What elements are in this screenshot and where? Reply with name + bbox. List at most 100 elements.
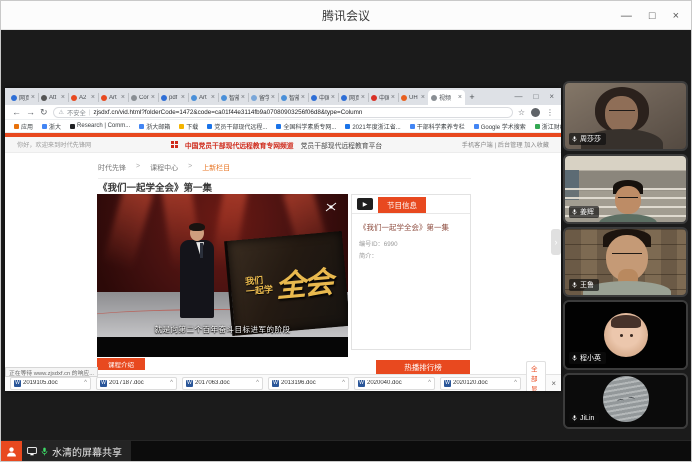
download-item[interactable]: W2017063.doc^	[182, 377, 263, 390]
bookmark-item[interactable]: 全国科学素质专网...	[276, 122, 336, 131]
hot-ranking-button[interactable]: 热播排行榜	[376, 360, 470, 374]
tab-close-icon[interactable]: ×	[211, 94, 215, 101]
participant-video[interactable]: 姜辉	[563, 154, 688, 224]
meeting-window: 腾讯会议 — □ × 网页× Att× A2× Art× Cor× pdf× A…	[0, 0, 692, 462]
browser-tab[interactable]: 智能×	[278, 90, 308, 105]
bookmark-item[interactable]: 干部科学素养专栏	[410, 122, 465, 131]
participant-name: 周莎莎	[580, 134, 601, 144]
browser-tab[interactable]: Cor×	[128, 90, 158, 105]
tab-title: UH	[409, 95, 419, 101]
tab-favicon	[101, 95, 107, 101]
download-menu-icon[interactable]: ^	[170, 380, 173, 386]
security-warning-icon: ⚠	[59, 109, 64, 116]
browser-tab-active[interactable]: 视频×	[428, 90, 465, 105]
tab-close-icon[interactable]: ×	[301, 94, 305, 101]
bookmark-item[interactable]: Research | Comm...	[70, 123, 130, 129]
new-tab-button[interactable]: +	[465, 90, 479, 105]
download-menu-icon[interactable]: ^	[342, 380, 345, 386]
bookmark-item[interactable]: 浙江财经大学教务...	[535, 122, 561, 131]
forward-icon[interactable]: →	[26, 108, 35, 117]
close-icon[interactable]: ×	[673, 10, 679, 22]
tab-close-icon[interactable]: ×	[421, 94, 425, 101]
download-item[interactable]: W2017187.doc^	[96, 377, 177, 390]
tab-close-icon[interactable]: ×	[181, 94, 185, 101]
browser-menu-icon[interactable]: ⋮	[546, 108, 554, 117]
breadcrumb-item[interactable]: 课程中心	[150, 163, 178, 173]
show-all-downloads-button[interactable]: 全部显示	[526, 361, 546, 391]
browser-tab[interactable]: 留学×	[248, 90, 278, 105]
grid-icon	[171, 141, 178, 148]
tab-close-icon[interactable]: ×	[458, 94, 462, 101]
maximize-icon[interactable]: □	[649, 10, 656, 22]
bookmark-item[interactable]: 党员干部现代远程...	[207, 122, 267, 131]
carousel-next-button[interactable]: ›	[551, 229, 561, 255]
download-item[interactable]: W2013196.doc^	[268, 377, 349, 390]
browser-tab[interactable]: 智能×	[218, 90, 248, 105]
browser-tab[interactable]: Att×	[38, 90, 68, 105]
bookmark-icon	[42, 124, 47, 129]
tab-close-icon[interactable]: ×	[151, 94, 155, 101]
tab-course-intro[interactable]: 课程介绍	[97, 358, 145, 370]
tab-program-info[interactable]: 节目信息	[378, 197, 426, 213]
reload-icon[interactable]: ↻	[40, 108, 48, 117]
tab-close-icon[interactable]: ×	[391, 94, 395, 101]
bookmark-item[interactable]: 应用	[14, 122, 33, 131]
tab-close-icon[interactable]: ×	[331, 94, 335, 101]
participant-video[interactable]: 王鲁	[563, 227, 688, 297]
back-icon[interactable]: ←	[12, 108, 21, 117]
participant-nametag: 王鲁	[569, 279, 599, 291]
tab-close-icon[interactable]: ×	[241, 94, 245, 101]
browser-tab[interactable]: 网页×	[8, 90, 38, 105]
browser-tab[interactable]: 中国×	[308, 90, 338, 105]
minimize-icon[interactable]: —	[621, 10, 632, 22]
browser-maximize-icon[interactable]: □	[533, 92, 538, 101]
play-icon[interactable]: ▶	[357, 198, 373, 210]
browser-minimize-icon[interactable]: —	[514, 92, 522, 101]
addressbar-actions: ☆ ⋮	[518, 108, 554, 117]
stage-light	[103, 194, 154, 271]
tab-favicon	[41, 95, 47, 101]
profile-avatar-icon[interactable]	[531, 108, 540, 117]
site-topbar: 你好，欢迎来到时代先锋网 中国党员干部现代远程教育专网频道 党员干部现代远程教育…	[5, 137, 561, 153]
download-item[interactable]: W2019105.doc^	[10, 377, 91, 390]
bookmark-icon	[14, 124, 19, 129]
browser-close-icon[interactable]: ×	[549, 92, 554, 101]
video-player[interactable]: 我们 一起学 全会 就是向第二个百年奋斗目标进军的阶段	[97, 194, 348, 357]
downloads-close-icon[interactable]: ×	[551, 379, 556, 388]
download-menu-icon[interactable]: ^	[514, 380, 517, 386]
download-item[interactable]: W2020120.doc^	[440, 377, 521, 390]
tab-close-icon[interactable]: ×	[31, 94, 35, 101]
bookmark-item[interactable]: 浙大邮箱	[139, 122, 170, 131]
bookmark-item[interactable]: Google 学术搜索	[474, 122, 526, 131]
tab-close-icon[interactable]: ×	[91, 94, 95, 101]
bookmark-item[interactable]: 2021年度浙江省...	[345, 122, 400, 131]
browser-tab[interactable]: A2×	[68, 90, 98, 105]
meeting-titlebar: 腾讯会议 — □ ×	[1, 1, 691, 30]
participant-video[interactable]: JiLin	[563, 373, 688, 429]
bookmark-icon	[535, 124, 540, 129]
download-menu-icon[interactable]: ^	[84, 380, 87, 386]
browser-tab[interactable]: Art×	[188, 90, 218, 105]
download-item[interactable]: W2020040.doc^	[354, 377, 435, 390]
tab-close-icon[interactable]: ×	[271, 94, 275, 101]
breadcrumb-item[interactable]: 时代先锋	[98, 163, 126, 173]
url-omnibox[interactable]: ⚠ 不安全 | zjsdxf.cn/vid.html?folderCode=14…	[53, 107, 513, 118]
avatar-hair	[611, 315, 641, 328]
bookmark-item[interactable]: 浙大	[42, 122, 61, 131]
bookmark-item[interactable]: 下载	[179, 122, 198, 131]
tab-close-icon[interactable]: ×	[361, 94, 365, 101]
tab-close-icon[interactable]: ×	[61, 94, 65, 101]
browser-tab[interactable]: pdf×	[158, 90, 188, 105]
tab-close-icon[interactable]: ×	[121, 94, 125, 101]
participant-name: 王鲁	[580, 280, 594, 290]
browser-tab[interactable]: Art×	[98, 90, 128, 105]
participant-video[interactable]: 周莎莎	[563, 81, 688, 151]
download-menu-icon[interactable]: ^	[428, 380, 431, 386]
bookmark-star-icon[interactable]: ☆	[518, 108, 525, 117]
browser-tab[interactable]: UH×	[398, 90, 428, 105]
browser-tab[interactable]: 中国×	[368, 90, 398, 105]
site-topbar-links[interactable]: 手机客户端 | 后台管理 加入收藏	[462, 140, 549, 149]
download-menu-icon[interactable]: ^	[256, 380, 259, 386]
browser-tab[interactable]: 网页×	[338, 90, 368, 105]
participant-video[interactable]: 程小英	[563, 300, 688, 370]
